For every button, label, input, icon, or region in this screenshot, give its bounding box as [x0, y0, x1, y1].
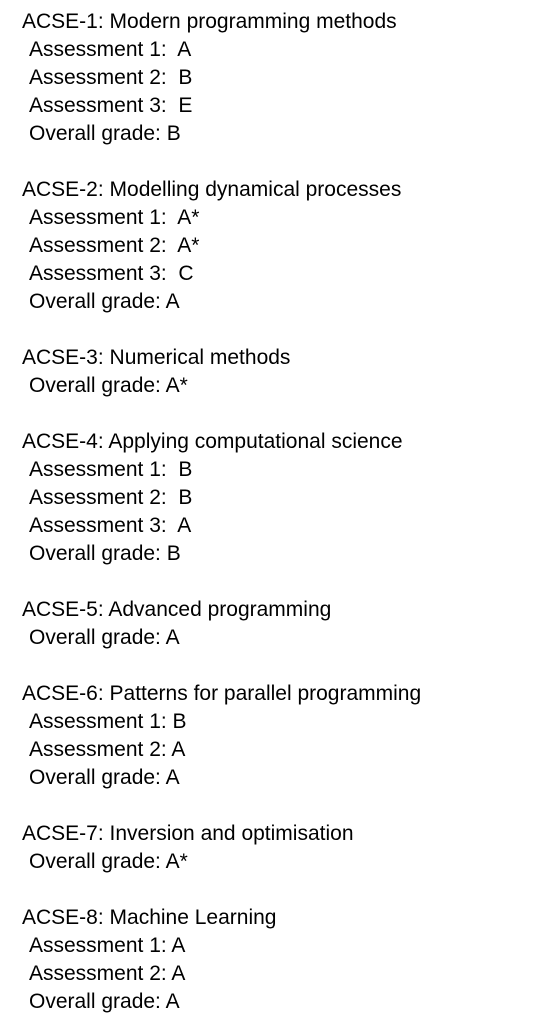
- module-acse-5: ACSE-5: Advanced programming Overall gra…: [22, 596, 556, 652]
- assessment-2-grade: Assessment 2: B: [29, 66, 193, 89]
- overall-grade: Overall grade: A: [29, 766, 180, 789]
- overall-grade: Overall grade: A*: [29, 850, 188, 873]
- overall-grade: Overall grade: B: [29, 542, 181, 565]
- overall-grade: Overall grade: A: [29, 990, 180, 1013]
- module-acse-8: ACSE-8: Machine Learning Assessment 1: A…: [22, 904, 556, 1016]
- assessment-1-grade: Assessment 1: A: [29, 38, 192, 61]
- module-title: ACSE-8: Machine Learning: [22, 906, 277, 929]
- overall-grade: Overall grade: A: [29, 290, 180, 313]
- overall-grade: Overall grade: B: [29, 122, 181, 145]
- module-title: ACSE-4: Applying computational science: [22, 430, 403, 453]
- assessment-2-grade: Assessment 2: B: [29, 486, 193, 509]
- module-acse-7: ACSE-7: Inversion and optimisation Overa…: [22, 820, 556, 876]
- module-title: ACSE-1: Modern programming methods: [22, 10, 397, 33]
- module-title: ACSE-6: Patterns for parallel programmin…: [22, 682, 422, 705]
- overall-grade: Overall grade: A: [29, 626, 180, 649]
- grades-document: ACSE-1: Modern programming methods Asses…: [0, 0, 556, 1016]
- assessment-2-grade: Assessment 2: A*: [29, 234, 200, 257]
- module-acse-6: ACSE-6: Patterns for parallel programmin…: [22, 680, 556, 792]
- module-acse-4: ACSE-4: Applying computational science A…: [22, 428, 556, 568]
- module-title: ACSE-2: Modelling dynamical processes: [22, 178, 402, 201]
- module-acse-1: ACSE-1: Modern programming methods Asses…: [22, 8, 556, 148]
- assessment-1-grade: Assessment 1: B: [29, 458, 193, 481]
- module-title: ACSE-3: Numerical methods: [22, 346, 291, 369]
- assessment-1-grade: Assessment 1: B: [29, 710, 187, 733]
- module-title: ACSE-5: Advanced programming: [22, 598, 332, 621]
- module-acse-2: ACSE-2: Modelling dynamical processes As…: [22, 176, 556, 316]
- assessment-2-grade: Assessment 2: A: [29, 738, 186, 761]
- module-title: ACSE-7: Inversion and optimisation: [22, 822, 354, 845]
- assessment-1-grade: Assessment 1: A*: [29, 206, 200, 229]
- assessment-3-grade: Assessment 3: E: [29, 94, 193, 117]
- assessment-2-grade: Assessment 2: A: [29, 962, 186, 985]
- assessment-1-grade: Assessment 1: A: [29, 934, 186, 957]
- overall-grade: Overall grade: A*: [29, 374, 188, 397]
- assessment-3-grade: Assessment 3: C: [29, 262, 194, 285]
- assessment-3-grade: Assessment 3: A: [29, 514, 192, 537]
- module-acse-3: ACSE-3: Numerical methods Overall grade:…: [22, 344, 556, 400]
